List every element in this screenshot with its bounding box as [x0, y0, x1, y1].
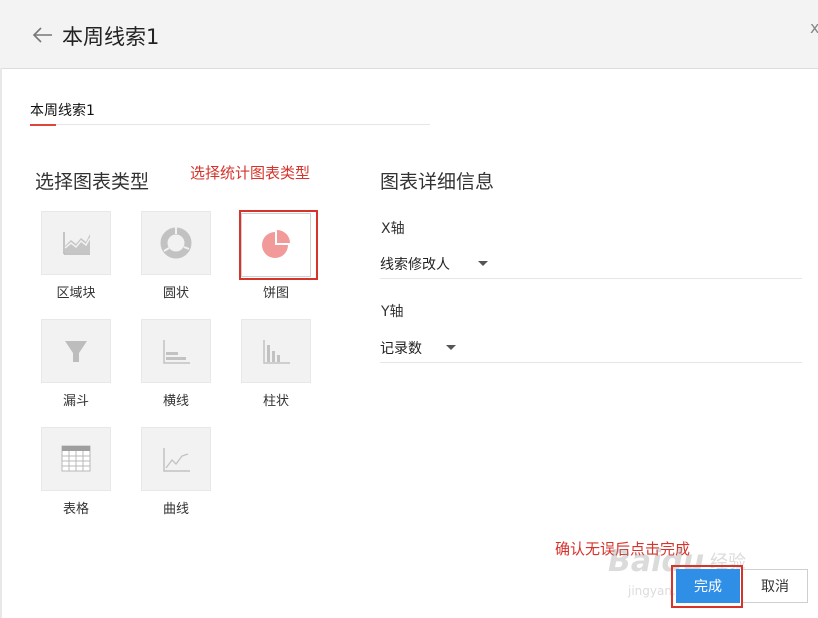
horizontal-bar-chart-icon: [163, 340, 190, 364]
chart-option-area[interactable]: [41, 211, 111, 275]
chevron-down-icon: [446, 345, 456, 350]
area-chart-icon: [63, 232, 91, 255]
chart-option-vbar[interactable]: [241, 319, 311, 383]
chart-option-line[interactable]: [141, 427, 211, 491]
chart-option-label: 圆状: [162, 286, 189, 301]
cancel-button[interactable]: 取消: [742, 569, 808, 603]
chart-option-label: 区域块: [56, 286, 96, 301]
chart-option-label: 表格: [62, 502, 89, 517]
chart-option-label: 饼图: [262, 286, 289, 301]
funnel-chart-icon: [65, 341, 87, 362]
page-title: 本周线索1: [62, 25, 160, 49]
chart-type-annotation: 选择统计图表类型: [190, 164, 311, 182]
input-focus-accent: [30, 124, 56, 126]
done-annotation: 确认无误后点击完成: [555, 540, 691, 558]
chart-option-label: 曲线: [162, 502, 189, 517]
left-edge-divider: [0, 68, 2, 618]
chart-option-hbar[interactable]: [141, 319, 211, 383]
page-header: 本周线索1 x: [0, 0, 818, 69]
chart-option-donut[interactable]: [141, 211, 211, 275]
chart-option-label: 漏斗: [62, 394, 89, 409]
x-axis-value: 线索修改人: [380, 257, 450, 273]
chevron-down-icon: [478, 261, 488, 266]
x-axis-label: X轴: [381, 221, 405, 237]
donut-chart-icon: [160, 227, 192, 259]
y-axis-value: 记录数: [380, 341, 422, 357]
chart-option-table[interactable]: [41, 427, 111, 491]
pie-selection-highlight: [239, 210, 318, 280]
y-axis-label: Y轴: [381, 304, 404, 320]
back-arrow-icon[interactable]: [32, 24, 54, 46]
line-chart-icon: [163, 448, 190, 472]
x-axis-select[interactable]: 线索修改人: [380, 252, 802, 279]
table-icon: [61, 445, 91, 472]
details-section-title: 图表详细信息: [380, 171, 495, 193]
column-chart-icon: [263, 340, 290, 364]
chart-option-label: 柱状: [262, 394, 289, 409]
chart-type-section-title: 选择图表类型: [35, 171, 150, 193]
chart-option-label: 横线: [162, 394, 189, 409]
chart-option-funnel[interactable]: [41, 319, 111, 383]
y-axis-select[interactable]: 记录数: [380, 336, 802, 363]
chart-name-input[interactable]: [30, 96, 430, 125]
close-icon[interactable]: x: [810, 18, 818, 37]
done-button-highlight: [671, 565, 743, 608]
